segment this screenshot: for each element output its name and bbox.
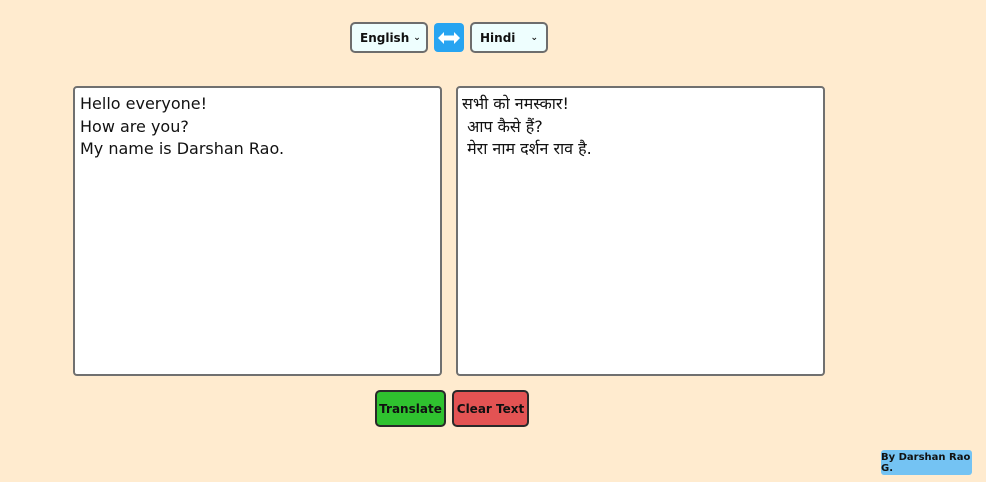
clear-text-button[interactable]: Clear Text xyxy=(452,390,529,427)
swap-languages-button[interactable] xyxy=(434,23,464,52)
translate-button[interactable]: Translate xyxy=(375,390,446,427)
source-language-select[interactable]: English ⌄ xyxy=(350,22,428,53)
author-credit-badge: By Darshan Rao G. xyxy=(881,450,972,475)
source-language-value: English xyxy=(360,30,410,45)
swap-arrows-icon xyxy=(438,31,460,44)
translated-text-output[interactable]: सभी को नमस्कार! आप कैसे हैं? मेरा नाम दर… xyxy=(456,86,825,376)
target-language-value: Hindi xyxy=(480,30,516,45)
target-language-select[interactable]: Hindi ⌄ xyxy=(470,22,548,53)
source-text-input[interactable]: Hello everyone! How are you? My name is … xyxy=(73,86,442,376)
chevron-down-icon: ⌄ xyxy=(530,32,538,43)
chevron-down-icon: ⌄ xyxy=(413,32,421,43)
